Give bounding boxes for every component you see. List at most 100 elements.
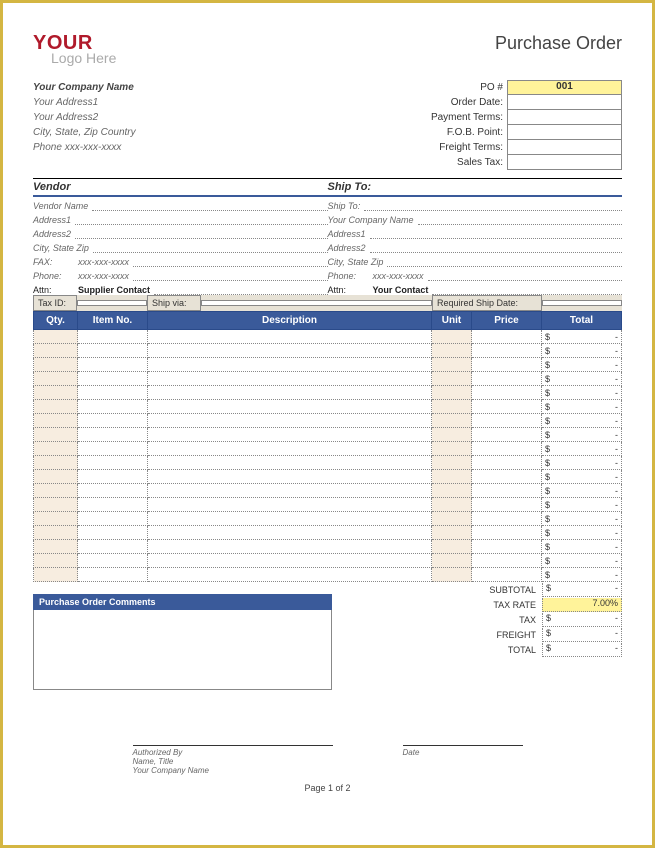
cell-price[interactable] xyxy=(472,526,542,540)
cell-unit[interactable] xyxy=(432,372,472,386)
table-row[interactable]: $- xyxy=(34,554,622,568)
cell-desc[interactable] xyxy=(148,456,432,470)
payment-terms-value[interactable] xyxy=(507,110,622,125)
cell-price[interactable] xyxy=(472,484,542,498)
cell-item[interactable] xyxy=(78,358,148,372)
taxrate-value[interactable]: 7.00% xyxy=(542,598,622,612)
table-row[interactable]: $- xyxy=(34,372,622,386)
cell-qty[interactable] xyxy=(34,484,78,498)
cell-unit[interactable] xyxy=(432,386,472,400)
cell-unit[interactable] xyxy=(432,344,472,358)
cell-unit[interactable] xyxy=(432,358,472,372)
cell-price[interactable] xyxy=(472,442,542,456)
cell-desc[interactable] xyxy=(148,526,432,540)
cell-price[interactable] xyxy=(472,386,542,400)
cell-desc[interactable] xyxy=(148,568,432,582)
cell-desc[interactable] xyxy=(148,414,432,428)
cell-item[interactable] xyxy=(78,428,148,442)
cell-price[interactable] xyxy=(472,344,542,358)
cell-item[interactable] xyxy=(78,470,148,484)
table-row[interactable]: $- xyxy=(34,386,622,400)
cell-desc[interactable] xyxy=(148,400,432,414)
cell-qty[interactable] xyxy=(34,512,78,526)
table-row[interactable]: $- xyxy=(34,484,622,498)
cell-price[interactable] xyxy=(472,540,542,554)
po-num-value[interactable]: 001 xyxy=(507,80,622,95)
table-row[interactable]: $- xyxy=(34,428,622,442)
cell-desc[interactable] xyxy=(148,330,432,344)
cell-qty[interactable] xyxy=(34,400,78,414)
cell-qty[interactable] xyxy=(34,568,78,582)
cell-item[interactable] xyxy=(78,512,148,526)
cell-unit[interactable] xyxy=(432,484,472,498)
cell-unit[interactable] xyxy=(432,540,472,554)
table-row[interactable]: $- xyxy=(34,540,622,554)
cell-unit[interactable] xyxy=(432,526,472,540)
freight-terms-value[interactable] xyxy=(507,140,622,155)
cell-item[interactable] xyxy=(78,414,148,428)
cell-price[interactable] xyxy=(472,428,542,442)
cell-unit[interactable] xyxy=(432,428,472,442)
cell-item[interactable] xyxy=(78,568,148,582)
cell-item[interactable] xyxy=(78,344,148,358)
cell-item[interactable] xyxy=(78,400,148,414)
table-row[interactable]: $- xyxy=(34,442,622,456)
cell-desc[interactable] xyxy=(148,442,432,456)
cell-item[interactable] xyxy=(78,330,148,344)
table-row[interactable]: $- xyxy=(34,456,622,470)
cell-price[interactable] xyxy=(472,554,542,568)
taxid-input[interactable] xyxy=(77,300,147,306)
cell-desc[interactable] xyxy=(148,512,432,526)
cell-unit[interactable] xyxy=(432,568,472,582)
table-row[interactable]: $- xyxy=(34,470,622,484)
cell-price[interactable] xyxy=(472,414,542,428)
cell-desc[interactable] xyxy=(148,428,432,442)
cell-desc[interactable] xyxy=(148,358,432,372)
table-row[interactable]: $- xyxy=(34,358,622,372)
cell-qty[interactable] xyxy=(34,442,78,456)
cell-unit[interactable] xyxy=(432,470,472,484)
cell-desc[interactable] xyxy=(148,372,432,386)
cell-desc[interactable] xyxy=(148,554,432,568)
cell-item[interactable] xyxy=(78,386,148,400)
comments-body[interactable] xyxy=(33,610,332,690)
cell-desc[interactable] xyxy=(148,470,432,484)
cell-desc[interactable] xyxy=(148,386,432,400)
cell-item[interactable] xyxy=(78,372,148,386)
cell-qty[interactable] xyxy=(34,526,78,540)
table-row[interactable]: $- xyxy=(34,526,622,540)
cell-price[interactable] xyxy=(472,372,542,386)
freight-value[interactable]: $- xyxy=(542,628,622,642)
fob-value[interactable] xyxy=(507,125,622,140)
cell-qty[interactable] xyxy=(34,470,78,484)
cell-price[interactable] xyxy=(472,568,542,582)
cell-unit[interactable] xyxy=(432,400,472,414)
order-date-value[interactable] xyxy=(507,95,622,110)
cell-qty[interactable] xyxy=(34,498,78,512)
cell-desc[interactable] xyxy=(148,540,432,554)
cell-qty[interactable] xyxy=(34,414,78,428)
shipvia-input[interactable] xyxy=(201,300,432,306)
cell-unit[interactable] xyxy=(432,414,472,428)
table-row[interactable]: $- xyxy=(34,344,622,358)
cell-item[interactable] xyxy=(78,442,148,456)
cell-unit[interactable] xyxy=(432,442,472,456)
cell-price[interactable] xyxy=(472,400,542,414)
cell-price[interactable] xyxy=(472,470,542,484)
cell-price[interactable] xyxy=(472,456,542,470)
cell-qty[interactable] xyxy=(34,358,78,372)
sales-tax-value[interactable] xyxy=(507,155,622,170)
cell-item[interactable] xyxy=(78,498,148,512)
table-row[interactable]: $- xyxy=(34,330,622,344)
cell-qty[interactable] xyxy=(34,386,78,400)
cell-qty[interactable] xyxy=(34,330,78,344)
cell-item[interactable] xyxy=(78,526,148,540)
cell-unit[interactable] xyxy=(432,512,472,526)
reqdate-input[interactable] xyxy=(542,300,622,306)
cell-item[interactable] xyxy=(78,456,148,470)
cell-desc[interactable] xyxy=(148,344,432,358)
table-row[interactable]: $- xyxy=(34,512,622,526)
table-row[interactable]: $- xyxy=(34,498,622,512)
cell-unit[interactable] xyxy=(432,554,472,568)
cell-item[interactable] xyxy=(78,540,148,554)
